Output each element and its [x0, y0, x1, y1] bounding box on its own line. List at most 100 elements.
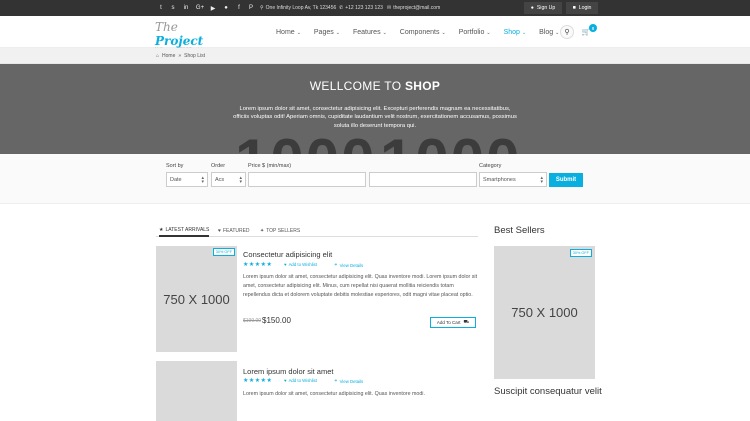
cart-icon: ⛟	[463, 319, 470, 324]
old-price: $199.00	[243, 318, 262, 324]
discount-badge: 30% OFF	[569, 249, 592, 257]
logo-the: The	[155, 20, 178, 34]
chevron-down-icon: ⌄	[486, 29, 491, 36]
add-to-wishlist-link[interactable]: ♥ Add to Wishlist	[284, 262, 317, 267]
login-button[interactable]: ■ Login	[566, 2, 598, 14]
tab-label: LATEST ARRIVALS	[165, 226, 210, 233]
image-placeholder-text: 750 X 1000	[511, 305, 578, 320]
product-image[interactable]	[156, 361, 237, 421]
order-label: Order	[211, 163, 226, 169]
email-info[interactable]: ✉ theproject@mail.com	[387, 0, 440, 16]
user-icon: ●	[530, 5, 534, 11]
tab-latest-arrivals[interactable]: ★ LATEST ARRIVALS	[159, 224, 210, 237]
youtube-icon[interactable]: ▶	[207, 0, 219, 16]
category-label: Category	[479, 163, 502, 169]
top-bar: t s in G+ ▶ ● f P ⚲ One Infinity Loop Av…	[0, 0, 750, 16]
flickr-icon[interactable]: ●	[220, 0, 232, 16]
signup-label: Sign Up	[536, 5, 556, 11]
lock-icon: ■	[572, 5, 576, 11]
product-title[interactable]: Consectetur adipisicing elit	[243, 250, 332, 259]
chevron-down-icon: ⌄	[335, 29, 340, 36]
link-icon: ⚭	[334, 262, 338, 267]
product-description: Lorem ipsum dolor sit amet, consectetur …	[243, 391, 425, 397]
product-description: Lorem ipsum dolor sit amet, consectetur …	[243, 274, 478, 298]
main-header: The Project Multipurpose HTML5 Template …	[0, 16, 750, 51]
cart-count-badge: 8	[589, 24, 597, 32]
nav-portfolio[interactable]: Portfolio ⌄	[459, 29, 491, 36]
tab-label: FEATURED	[222, 227, 250, 234]
breadcrumb-current: Shop List	[184, 53, 206, 59]
discount-badge: 30% OFF	[212, 248, 235, 256]
pinterest-icon[interactable]: P	[245, 0, 257, 16]
add-to-cart-button[interactable]: Add To Cart ⛟	[430, 317, 476, 328]
googleplus-icon[interactable]: G+	[194, 0, 206, 16]
add-to-wishlist-link[interactable]: ♥ Add to Wishlist	[284, 378, 317, 383]
skype-icon[interactable]: s	[167, 0, 179, 16]
heart-icon: ♥	[218, 227, 221, 234]
sidebar-title: Best Sellers	[494, 225, 545, 236]
email-text[interactable]: theproject@mail.com	[393, 5, 440, 11]
search-button[interactable]: ⚲	[560, 25, 574, 39]
nav-home[interactable]: Home ⌄	[276, 29, 301, 36]
sortby-value: Date	[170, 176, 182, 183]
signup-button[interactable]: ● Sign Up	[524, 2, 562, 14]
twitter-icon[interactable]: t	[155, 0, 167, 16]
phone-info: ✆ +12 123 123 123	[339, 0, 383, 16]
hero-title: WELLCOME TO SHOP	[309, 79, 441, 93]
filter-bar: Sort by Date ▴ ▾ Order Acs ▴ ▾ Price $ (mi…	[0, 154, 750, 204]
breadcrumb-home[interactable]: Home	[162, 53, 175, 59]
tab-label: TOP SELLERS	[266, 227, 301, 234]
category-value: Smartphones	[483, 176, 516, 183]
phone-icon: ✆	[339, 5, 344, 11]
logo-project: Project	[155, 34, 204, 48]
order-value: Acs	[215, 176, 225, 183]
product-title[interactable]: Lorem ipsum dolor sit amet	[243, 367, 333, 376]
chevron-down-icon: ⌄	[382, 29, 387, 36]
order-select[interactable]: Acs ▴ ▾	[211, 172, 246, 187]
linkedin-icon[interactable]: in	[180, 0, 192, 16]
hero-text: Lorem ipsum dolor sit amet, consectetur …	[233, 106, 517, 129]
image-placeholder-text: 750 X 1000	[163, 292, 230, 307]
view-details-link[interactable]: ⚭ View Details	[334, 378, 363, 384]
heart-icon: ♥	[284, 378, 287, 383]
nav-features[interactable]: Features ⌄	[353, 29, 387, 36]
search-icon: ⚲	[564, 29, 570, 36]
chevron-down-icon: ⌄	[521, 29, 527, 36]
phone-text: +12 123 123 123	[345, 5, 383, 11]
rating-stars: ★★★★★	[243, 262, 273, 268]
category-select[interactable]: Smartphones ▴ ▾	[479, 172, 547, 187]
nav-components[interactable]: Components ⌄	[400, 29, 446, 36]
site-logo[interactable]: The Project Multipurpose HTML5 Template	[155, 20, 225, 51]
breadcrumb-separator: »	[178, 53, 182, 59]
nav-pages[interactable]: Pages ⌄	[314, 29, 340, 36]
submit-button[interactable]: Submit	[549, 173, 583, 187]
home-icon: ⌂	[156, 53, 160, 59]
view-details-link[interactable]: ⚭ View Details	[334, 262, 363, 268]
sortby-select[interactable]: Date ▴ ▾	[166, 172, 208, 187]
best-seller-title[interactable]: Suscipit consequatur velit	[494, 386, 604, 397]
select-arrows-icon: ▴ ▾	[540, 175, 543, 185]
pin-icon: ✦	[260, 227, 265, 234]
nav-blog[interactable]: Blog ⌄	[539, 29, 559, 36]
facebook-icon[interactable]: f	[233, 0, 245, 16]
tab-top-sellers[interactable]: ✦ TOP SELLERS	[260, 224, 300, 237]
product-tabs: ★ LATEST ARRIVALS ♥ FEATURED ✦ TOP SELLE…	[156, 224, 478, 237]
login-label: Login	[578, 5, 592, 11]
rating-stars: ★★★★★	[243, 378, 273, 384]
tab-featured[interactable]: ♥ FEATURED	[218, 224, 250, 237]
price-max-input[interactable]	[369, 172, 477, 187]
hero-banner: 1000 1000 WELLCOME TO SHOP Lorem ipsum d…	[0, 64, 750, 154]
chevron-down-icon: ⌄	[296, 29, 301, 36]
nav-shop[interactable]: Shop ⌄	[504, 29, 527, 36]
select-arrows-icon: ▴ ▾	[201, 175, 204, 185]
sortby-label: Sort by	[166, 163, 184, 169]
envelope-icon: ✉	[387, 5, 392, 11]
breadcrumb: ⌂ Home » Shop List	[156, 48, 205, 64]
product-image[interactable]: 750 X 1000 30% OFF	[156, 246, 237, 352]
price-min-input[interactable]	[248, 172, 366, 187]
product-price: $150.00	[262, 316, 291, 325]
heart-icon: ♥	[284, 262, 287, 267]
best-seller-image[interactable]: 750 X 1000 30% OFF	[494, 246, 595, 379]
price-label: Price $ (min/max)	[248, 163, 292, 169]
breadcrumb-bar: ⌂ Home » Shop List	[0, 48, 750, 64]
